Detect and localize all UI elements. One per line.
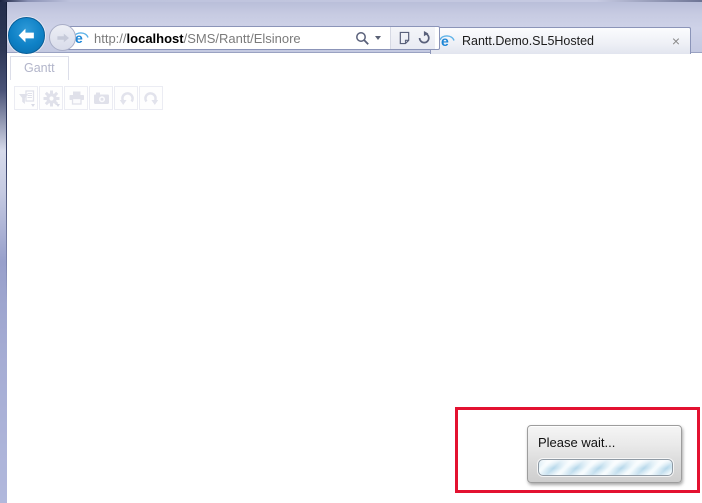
gantt-toolbar bbox=[14, 86, 163, 110]
navigation-bar: e http://localhost/SMS/Rantt/Elsinore e … bbox=[7, 0, 702, 54]
address-bar[interactable]: e http://localhost/SMS/Rantt/Elsinore bbox=[67, 26, 440, 50]
url-path: /SMS/Rantt/Elsinore bbox=[183, 30, 301, 46]
settings-button[interactable] bbox=[39, 86, 63, 110]
forward-arrow-icon bbox=[55, 30, 71, 46]
tab-close-icon[interactable]: × bbox=[670, 34, 682, 48]
redo-icon bbox=[143, 90, 160, 107]
ie-favicon: e bbox=[439, 33, 455, 49]
snapshot-button[interactable] bbox=[89, 86, 113, 110]
back-button[interactable] bbox=[8, 17, 45, 54]
camera-icon bbox=[93, 91, 110, 106]
page-content: Gantt Please wait... bbox=[7, 53, 702, 503]
please-wait-message: Please wait... bbox=[538, 435, 616, 450]
forward-button[interactable] bbox=[49, 24, 76, 51]
gear-icon bbox=[43, 90, 60, 107]
search-icon[interactable] bbox=[355, 31, 370, 46]
window-border-left bbox=[0, 0, 7, 503]
please-wait-dialog: Please wait... bbox=[527, 425, 682, 483]
browser-window: e http://localhost/SMS/Rantt/Elsinore e … bbox=[0, 0, 702, 503]
tab-title: Rantt.Demo.SL5Hosted bbox=[462, 34, 595, 48]
redo-button[interactable] bbox=[139, 86, 163, 110]
printer-icon bbox=[68, 90, 85, 106]
print-button[interactable] bbox=[64, 86, 88, 110]
address-bar-button-zone bbox=[390, 27, 435, 49]
browser-tab[interactable]: e Rantt.Demo.SL5Hosted × bbox=[430, 27, 691, 54]
url-scheme: http:// bbox=[94, 30, 127, 46]
filter-report-button[interactable] bbox=[14, 86, 38, 110]
gantt-tab-label: Gantt bbox=[24, 61, 55, 75]
undo-button[interactable] bbox=[114, 86, 138, 110]
loading-progress-bar bbox=[538, 459, 673, 476]
back-arrow-icon bbox=[16, 25, 37, 46]
undo-icon bbox=[118, 90, 135, 107]
search-dropdown-caret-icon[interactable] bbox=[375, 36, 381, 40]
compatibility-view-icon[interactable] bbox=[398, 31, 411, 45]
url-domain: localhost bbox=[126, 30, 184, 46]
tab-gantt[interactable]: Gantt bbox=[10, 56, 69, 80]
refresh-icon[interactable] bbox=[417, 31, 431, 45]
url-text[interactable]: http://localhost/SMS/Rantt/Elsinore bbox=[94, 31, 301, 46]
window-border-top bbox=[0, 0, 702, 2]
filter-report-icon bbox=[18, 89, 35, 107]
